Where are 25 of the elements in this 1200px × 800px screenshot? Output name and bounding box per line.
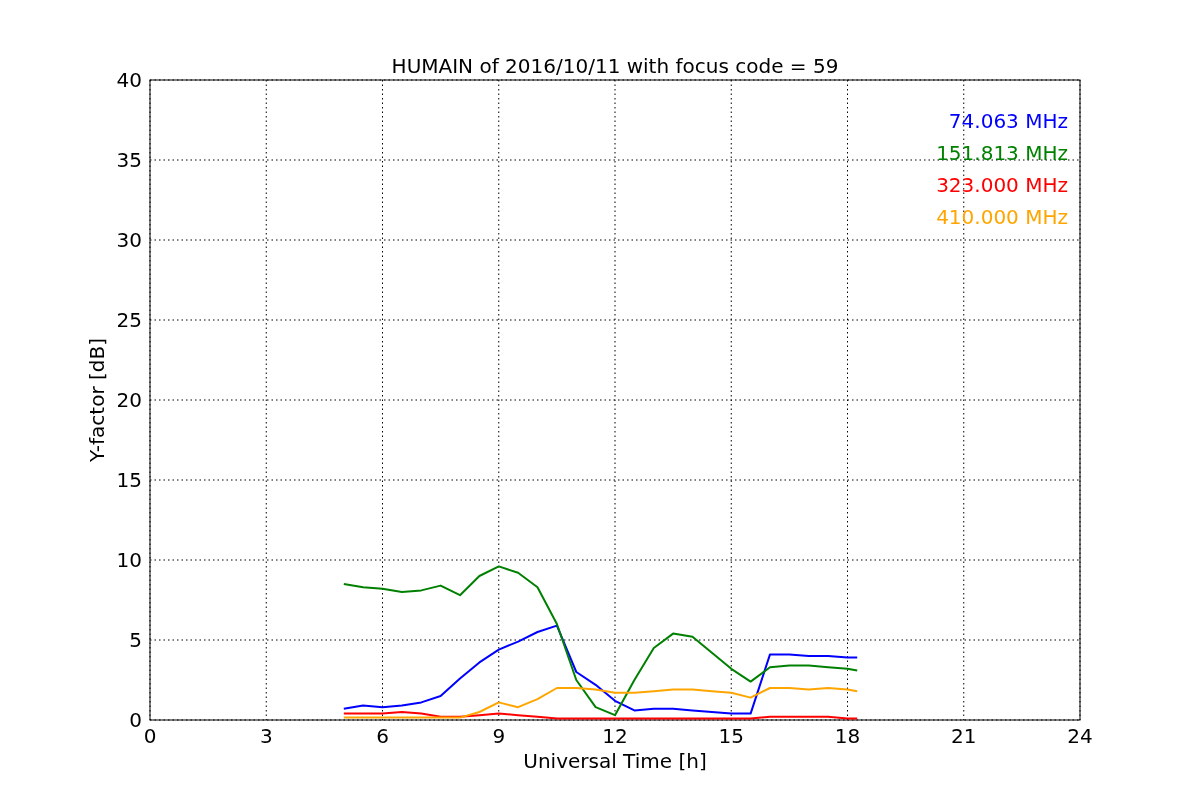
legend-label: 74.063 MHz <box>948 109 1068 133</box>
x-tick-label: 9 <box>492 724 506 748</box>
x-tick-label: 21 <box>951 724 977 748</box>
legend-label: 151.813 MHz <box>936 141 1068 165</box>
x-tick-label: 3 <box>259 724 273 748</box>
y-tick-label: 30 <box>116 228 142 252</box>
legend-label: 323.000 MHz <box>936 173 1068 197</box>
x-tick-label: 24 <box>1067 724 1093 748</box>
y-axis-label: Y-factor [dB] <box>85 338 109 462</box>
x-tick-label: 18 <box>834 724 861 748</box>
x-tick-label: 12 <box>602 724 628 748</box>
y-tick-label: 15 <box>116 468 142 492</box>
y-tick-label: 20 <box>116 388 142 412</box>
y-tick-label: 5 <box>129 628 142 652</box>
legend-label: 410.000 MHz <box>936 205 1068 229</box>
y-tick-label: 35 <box>116 148 142 172</box>
x-axis-label: Universal Time [h] <box>523 749 707 773</box>
x-tick-label: 6 <box>376 724 389 748</box>
y-tick-label: 0 <box>129 708 142 732</box>
y-tick-label: 25 <box>116 308 142 332</box>
chart-title: HUMAIN of 2016/10/11 with focus code = 59 <box>391 54 839 78</box>
x-tick-label: 0 <box>143 724 157 748</box>
x-tick-label: 15 <box>718 724 744 748</box>
y-tick-label: 40 <box>116 68 142 92</box>
y-tick-label: 10 <box>116 548 142 572</box>
